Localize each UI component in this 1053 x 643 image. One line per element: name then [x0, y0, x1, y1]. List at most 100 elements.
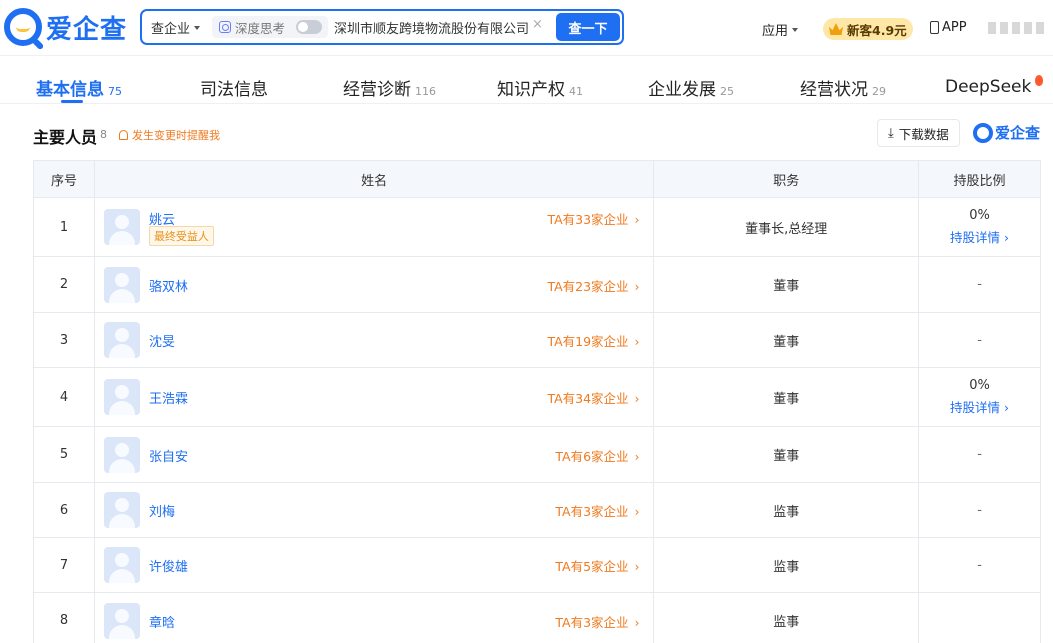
avatar[interactable]: [103, 547, 140, 583]
user-avatar[interactable]: [988, 22, 1048, 38]
deep-think-label: 深度思考: [235, 20, 286, 36]
apps-menu[interactable]: 应用: [762, 20, 799, 39]
avatar[interactable]: [103, 322, 140, 358]
role-cell: 监事: [654, 538, 920, 592]
person-cell: 刘梅 TA有3家企业 ›: [95, 483, 655, 537]
tab-basic-info[interactable]: 基本信息 75: [36, 75, 122, 100]
beneficiary-badge: 最终受益人: [148, 226, 214, 246]
row-number: 5: [34, 427, 95, 482]
change-alert-label: 发生变更时提醒我: [132, 129, 220, 142]
promo-label: 新客4.9元: [847, 22, 907, 38]
share-cell: -: [919, 483, 1041, 537]
chevron-right-icon: ›: [634, 280, 640, 294]
avatar[interactable]: [103, 267, 140, 303]
chevron-right-icon: ›: [634, 505, 640, 519]
avatar[interactable]: [103, 209, 140, 245]
share-percent: 0%: [969, 208, 990, 223]
role-cell: 董事: [654, 257, 920, 312]
person-name-link[interactable]: 王浩霖: [149, 388, 188, 407]
related-companies-link[interactable]: TA有23家企业 ›: [547, 276, 639, 295]
change-alert-link[interactable]: 发生变更时提醒我: [119, 127, 220, 143]
related-companies-link[interactable]: TA有34家企业 ›: [547, 388, 639, 407]
share-detail-link[interactable]: 持股详情 ›: [950, 397, 1009, 416]
table-row: 8 章晗 TA有3家企业 › 监事: [34, 593, 1041, 643]
related-companies-link[interactable]: TA有6家企业 ›: [555, 446, 639, 465]
avatar[interactable]: [103, 603, 140, 639]
search-input[interactable]: 深圳市顺友跨境物流股份有限公司: [334, 18, 529, 37]
share-cell: -: [919, 427, 1041, 482]
person-cell: 骆双林 TA有23家企业 ›: [95, 257, 655, 312]
chevron-right-icon: ›: [634, 450, 640, 464]
share-value: -: [977, 502, 982, 518]
toggle-switch[interactable]: [296, 20, 322, 34]
chevron-right-icon: ›: [634, 616, 640, 630]
column-header-name: 姓名: [94, 161, 655, 197]
tab-operation-diagnosis[interactable]: 经营诊断 116: [343, 75, 436, 100]
logo-icon: [973, 122, 993, 143]
avatar[interactable]: [103, 437, 140, 473]
person-name-link[interactable]: 张自安: [149, 446, 188, 465]
related-companies-link[interactable]: TA有33家企业 ›: [547, 209, 639, 228]
row-number: 7: [34, 538, 95, 592]
person-name-link[interactable]: 骆双林: [149, 276, 188, 295]
person-cell: 章晗 TA有3家企业 ›: [95, 593, 655, 643]
person-name-link[interactable]: 刘梅: [149, 501, 175, 520]
tab-deepseek[interactable]: DeepSeek: [945, 75, 1044, 97]
table-row: 1 最终受益人 姚云 TA有33家企业 › 董事长,总经理 0% 持股详情 ›: [34, 198, 1041, 257]
table-row: 7 许俊雄 TA有5家企业 › 监事 -: [34, 538, 1041, 593]
download-data-button[interactable]: ⤓ 下载数据: [877, 119, 960, 147]
related-companies-link[interactable]: TA有5家企业 ›: [555, 556, 639, 575]
share-cell: [919, 593, 1041, 643]
clear-icon[interactable]: ×: [532, 17, 543, 32]
tab-judicial-info[interactable]: 司法信息: [200, 75, 268, 100]
related-companies-link[interactable]: TA有19家企业 ›: [547, 331, 639, 350]
share-cell: -: [919, 313, 1041, 367]
share-cell: -: [919, 538, 1041, 592]
app-download-link[interactable]: APP: [930, 20, 967, 35]
table-body: 1 最终受益人 姚云 TA有33家企业 › 董事长,总经理 0% 持股详情 › 2 骆双林 TA有2…: [34, 198, 1041, 643]
related-companies-link[interactable]: TA有3家企业 ›: [555, 501, 639, 520]
search-type-label: 查企业: [151, 22, 191, 37]
promo-badge[interactable]: 新客4.9元: [823, 18, 913, 40]
search-button[interactable]: 查一下: [556, 13, 620, 41]
logo-icon: [4, 8, 42, 46]
top-header: 爱企查 查企业 深度思考 深圳市顺友跨境物流股份有限公司 × 查一下 应用 新客…: [0, 0, 1053, 56]
active-tab-indicator: [61, 100, 83, 103]
tab-business-status[interactable]: 经营状况 29: [800, 75, 886, 100]
row-number: 1: [34, 198, 95, 256]
logo[interactable]: 爱企查: [4, 7, 127, 47]
column-header-share: 持股比例: [919, 161, 1041, 197]
avatar[interactable]: [103, 492, 140, 528]
share-cell: -: [919, 257, 1041, 312]
share-detail-link[interactable]: 持股详情 ›: [950, 227, 1009, 246]
tab-intellectual-property[interactable]: 知识产权 41: [497, 75, 583, 100]
share-cell: 0% 持股详情 ›: [919, 198, 1041, 256]
share-value: -: [977, 277, 982, 292]
person-name-link[interactable]: 姚云: [149, 209, 175, 228]
role-cell: 监事: [654, 593, 920, 643]
phone-icon: [930, 21, 939, 34]
role-cell: 董事长,总经理: [654, 198, 920, 256]
column-header-no: 序号: [34, 161, 95, 197]
person-name-link[interactable]: 许俊雄: [149, 556, 188, 575]
related-companies-link[interactable]: TA有3家企业 ›: [555, 612, 639, 631]
share-value: -: [977, 332, 982, 348]
deep-think-icon: [219, 21, 231, 33]
table-row: 5 张自安 TA有6家企业 › 董事 -: [34, 427, 1041, 483]
tab-enterprise-development[interactable]: 企业发展 25: [648, 75, 734, 100]
person-cell: 沈旻 TA有19家企业 ›: [95, 313, 655, 367]
brand-logo: 爱企查: [973, 122, 1040, 143]
person-name-link[interactable]: 章晗: [149, 612, 175, 631]
search-type-select[interactable]: 查企业: [151, 18, 201, 37]
avatar[interactable]: [103, 379, 140, 415]
personnel-table: 序号 姓名 职务 持股比例 1 最终受益人 姚云 TA有33家企业 › 董事长,总经理 0%…: [33, 160, 1041, 643]
table-row: 2 骆双林 TA有23家企业 › 董事 -: [34, 257, 1041, 313]
table-header-row: 序号 姓名 职务 持股比例: [34, 161, 1041, 198]
share-cell: 0% 持股详情 ›: [919, 368, 1041, 426]
row-number: 3: [34, 313, 95, 367]
logo-text: 爱企查: [46, 14, 128, 45]
chevron-down-icon: [792, 27, 799, 32]
deep-think-toggle[interactable]: 深度思考: [212, 16, 328, 38]
person-cell: 张自安 TA有6家企业 ›: [95, 427, 655, 482]
person-name-link[interactable]: 沈旻: [149, 331, 175, 350]
